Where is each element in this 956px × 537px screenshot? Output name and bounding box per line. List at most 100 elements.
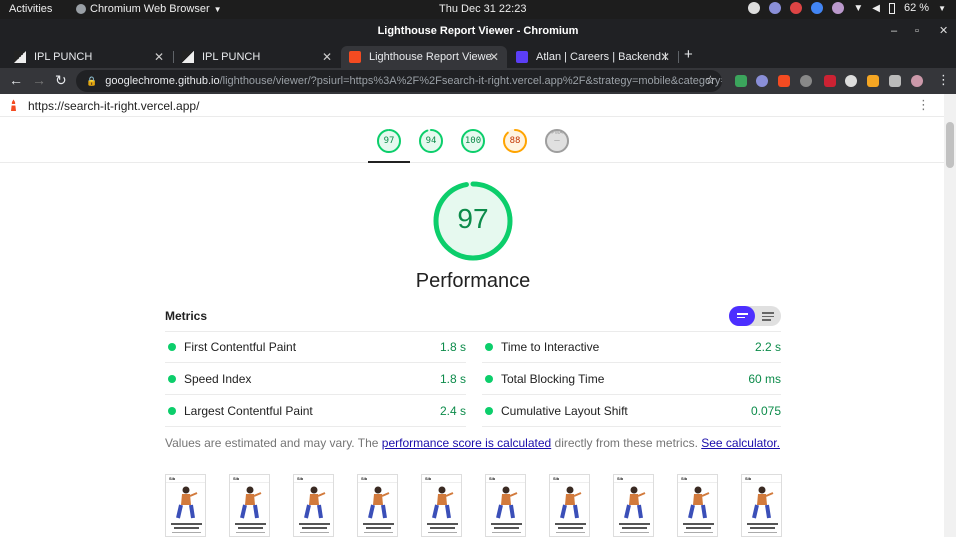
metric-name: Largest Contentful Paint	[184, 404, 313, 418]
metric-value: 1.8 s	[439, 372, 466, 386]
frame-header: Sib	[361, 476, 368, 481]
clock[interactable]: Thu Dec 31 22:23	[439, 3, 526, 15]
close-window-icon[interactable]: ✕	[939, 19, 948, 44]
pass-indicator-icon	[168, 375, 176, 383]
back-button[interactable]: ←	[9, 72, 23, 88]
address-path: /lighthouse/viewer/?psiurl=https%3A%2F%2…	[219, 75, 722, 87]
metric-first-contentful-paint: First Contentful Paint 1.8 s	[165, 331, 466, 363]
frame-text-line	[172, 532, 201, 533]
metric-time-to-interactive: Time to Interactive 2.2 s	[482, 331, 781, 363]
metric-name: Cumulative Layout Shift	[501, 404, 628, 418]
pass-indicator-icon	[168, 407, 176, 415]
chevron-down-icon: ▼	[938, 3, 946, 13]
tab-atlan-careers[interactable]: Atlan | Careers | Backend E ✕	[508, 46, 678, 68]
frame-illustration	[368, 486, 390, 519]
disclaimer-text-middle: directly from these metrics.	[551, 436, 702, 450]
frame-header: Sib	[297, 476, 304, 481]
tab-strip: IPL PUNCH ✕ IPL PUNCH ✕ Lighthouse Repor…	[0, 44, 956, 68]
lock-icon[interactable]: 🔒	[86, 76, 97, 87]
extension-icon-3[interactable]	[800, 75, 812, 87]
metric-value: 2.2 s	[754, 340, 781, 354]
tab-separator	[678, 51, 679, 63]
frame-rule	[550, 482, 589, 483]
frame-rule	[358, 482, 397, 483]
forward-button[interactable]: →	[32, 72, 46, 88]
frame-text-line	[620, 532, 649, 533]
frame-header: Sib	[681, 476, 688, 481]
profile-avatar[interactable]	[911, 75, 923, 87]
frame-text-line	[747, 523, 778, 525]
volume-icon: ◀	[872, 2, 880, 14]
tab-lighthouse-viewer[interactable]: Lighthouse Report Viewe ✕	[341, 46, 507, 68]
category-gauge-score: —	[554, 136, 560, 146]
category-gauge-4[interactable]: 88	[502, 128, 528, 154]
performance-score: 97	[457, 203, 489, 234]
close-tab-icon[interactable]: ✕	[322, 50, 332, 64]
frame-header: Sib	[169, 476, 176, 481]
frame-text-line	[299, 523, 330, 525]
category-gauge-score: 88	[509, 136, 521, 146]
frame-text-line	[171, 523, 202, 525]
extensions-puzzle-icon[interactable]	[889, 75, 901, 87]
category-gauge-score: 100	[464, 136, 482, 146]
report-url[interactable]: https://search-it-right.vercel.app/	[28, 99, 199, 113]
pass-indicator-icon	[485, 407, 493, 415]
battery-percent: 62 %	[904, 2, 930, 14]
metrics-view-toggle[interactable]	[729, 306, 781, 326]
scrollbar-thumb[interactable]	[946, 122, 954, 168]
address-bar[interactable]: 🔒 googlechrome.github.io /lighthouse/vie…	[76, 70, 722, 92]
toggle-compact-option[interactable]	[729, 306, 755, 326]
frame-text-line	[430, 527, 455, 529]
frame-text-line	[683, 523, 714, 525]
system-tray[interactable]: ▼ ◀ 62 % ▼	[748, 2, 946, 14]
tab-ipl-punch-2[interactable]: IPL PUNCH ✕	[174, 46, 340, 68]
new-tab-button[interactable]: +	[684, 46, 693, 63]
bookmark-star-icon[interactable]: ☆	[705, 73, 716, 87]
maximize-icon[interactable]: ▫	[915, 19, 919, 44]
extension-icon-6[interactable]	[867, 75, 879, 87]
frame-text-line	[235, 523, 266, 525]
frame-text-line	[427, 523, 458, 525]
frame-rule	[422, 482, 461, 483]
frame-rule	[614, 482, 653, 483]
metrics-heading: Metrics	[165, 309, 208, 323]
close-tab-icon[interactable]: ✕	[489, 50, 499, 64]
app-menu[interactable]: Chromium Web Browser ▼	[76, 3, 222, 15]
extension-icon-2[interactable]	[756, 75, 768, 87]
frame-rule	[166, 482, 205, 483]
performance-title: Performance	[415, 270, 531, 292]
category-gauge-3[interactable]: 100	[460, 128, 486, 154]
activities-button[interactable]: Activities	[9, 3, 52, 15]
extension-icon-5[interactable]	[845, 75, 857, 87]
browser-menu-icon[interactable]: ⋮	[937, 72, 950, 88]
report-menu-icon[interactable]: ⋮	[917, 97, 930, 113]
frame-rule	[294, 482, 333, 483]
tab-ipl-punch-1[interactable]: IPL PUNCH ✕	[6, 46, 172, 68]
frame-text-line	[622, 527, 647, 529]
close-tab-icon[interactable]: ✕	[154, 50, 164, 64]
close-tab-icon[interactable]: ✕	[660, 50, 670, 64]
reload-button[interactable]: ↻	[55, 72, 67, 89]
frame-text-line	[366, 527, 391, 529]
category-gauge-5[interactable]: — PWA	[544, 128, 570, 154]
pass-indicator-icon	[485, 375, 493, 383]
page-scrollbar[interactable]	[944, 94, 956, 537]
score-calculated-link[interactable]: performance score is calculated	[382, 436, 551, 450]
extension-icon-4[interactable]	[824, 75, 836, 87]
see-calculator-link[interactable]: See calculator.	[701, 436, 780, 450]
tab-label: IPL PUNCH	[202, 51, 261, 63]
minimize-icon[interactable]: –	[891, 19, 897, 44]
metric-name: First Contentful Paint	[184, 340, 297, 354]
pen-icon	[811, 2, 824, 14]
category-gauge-2[interactable]: 94	[418, 128, 444, 154]
pwa-label: PWA	[551, 130, 563, 136]
metric-cumulative-layout-shift: Cumulative Layout Shift 0.075	[482, 395, 781, 427]
frame-text-line	[428, 532, 457, 533]
category-gauge-score: 94	[425, 136, 437, 146]
frame-illustration	[688, 486, 710, 519]
extension-icon-lighthouse[interactable]	[778, 75, 790, 87]
extension-icon-1[interactable]	[735, 75, 747, 87]
category-gauge-1[interactable]: 97	[376, 128, 402, 154]
frame-header: Sib	[745, 476, 752, 481]
frame-text-line	[492, 532, 521, 533]
